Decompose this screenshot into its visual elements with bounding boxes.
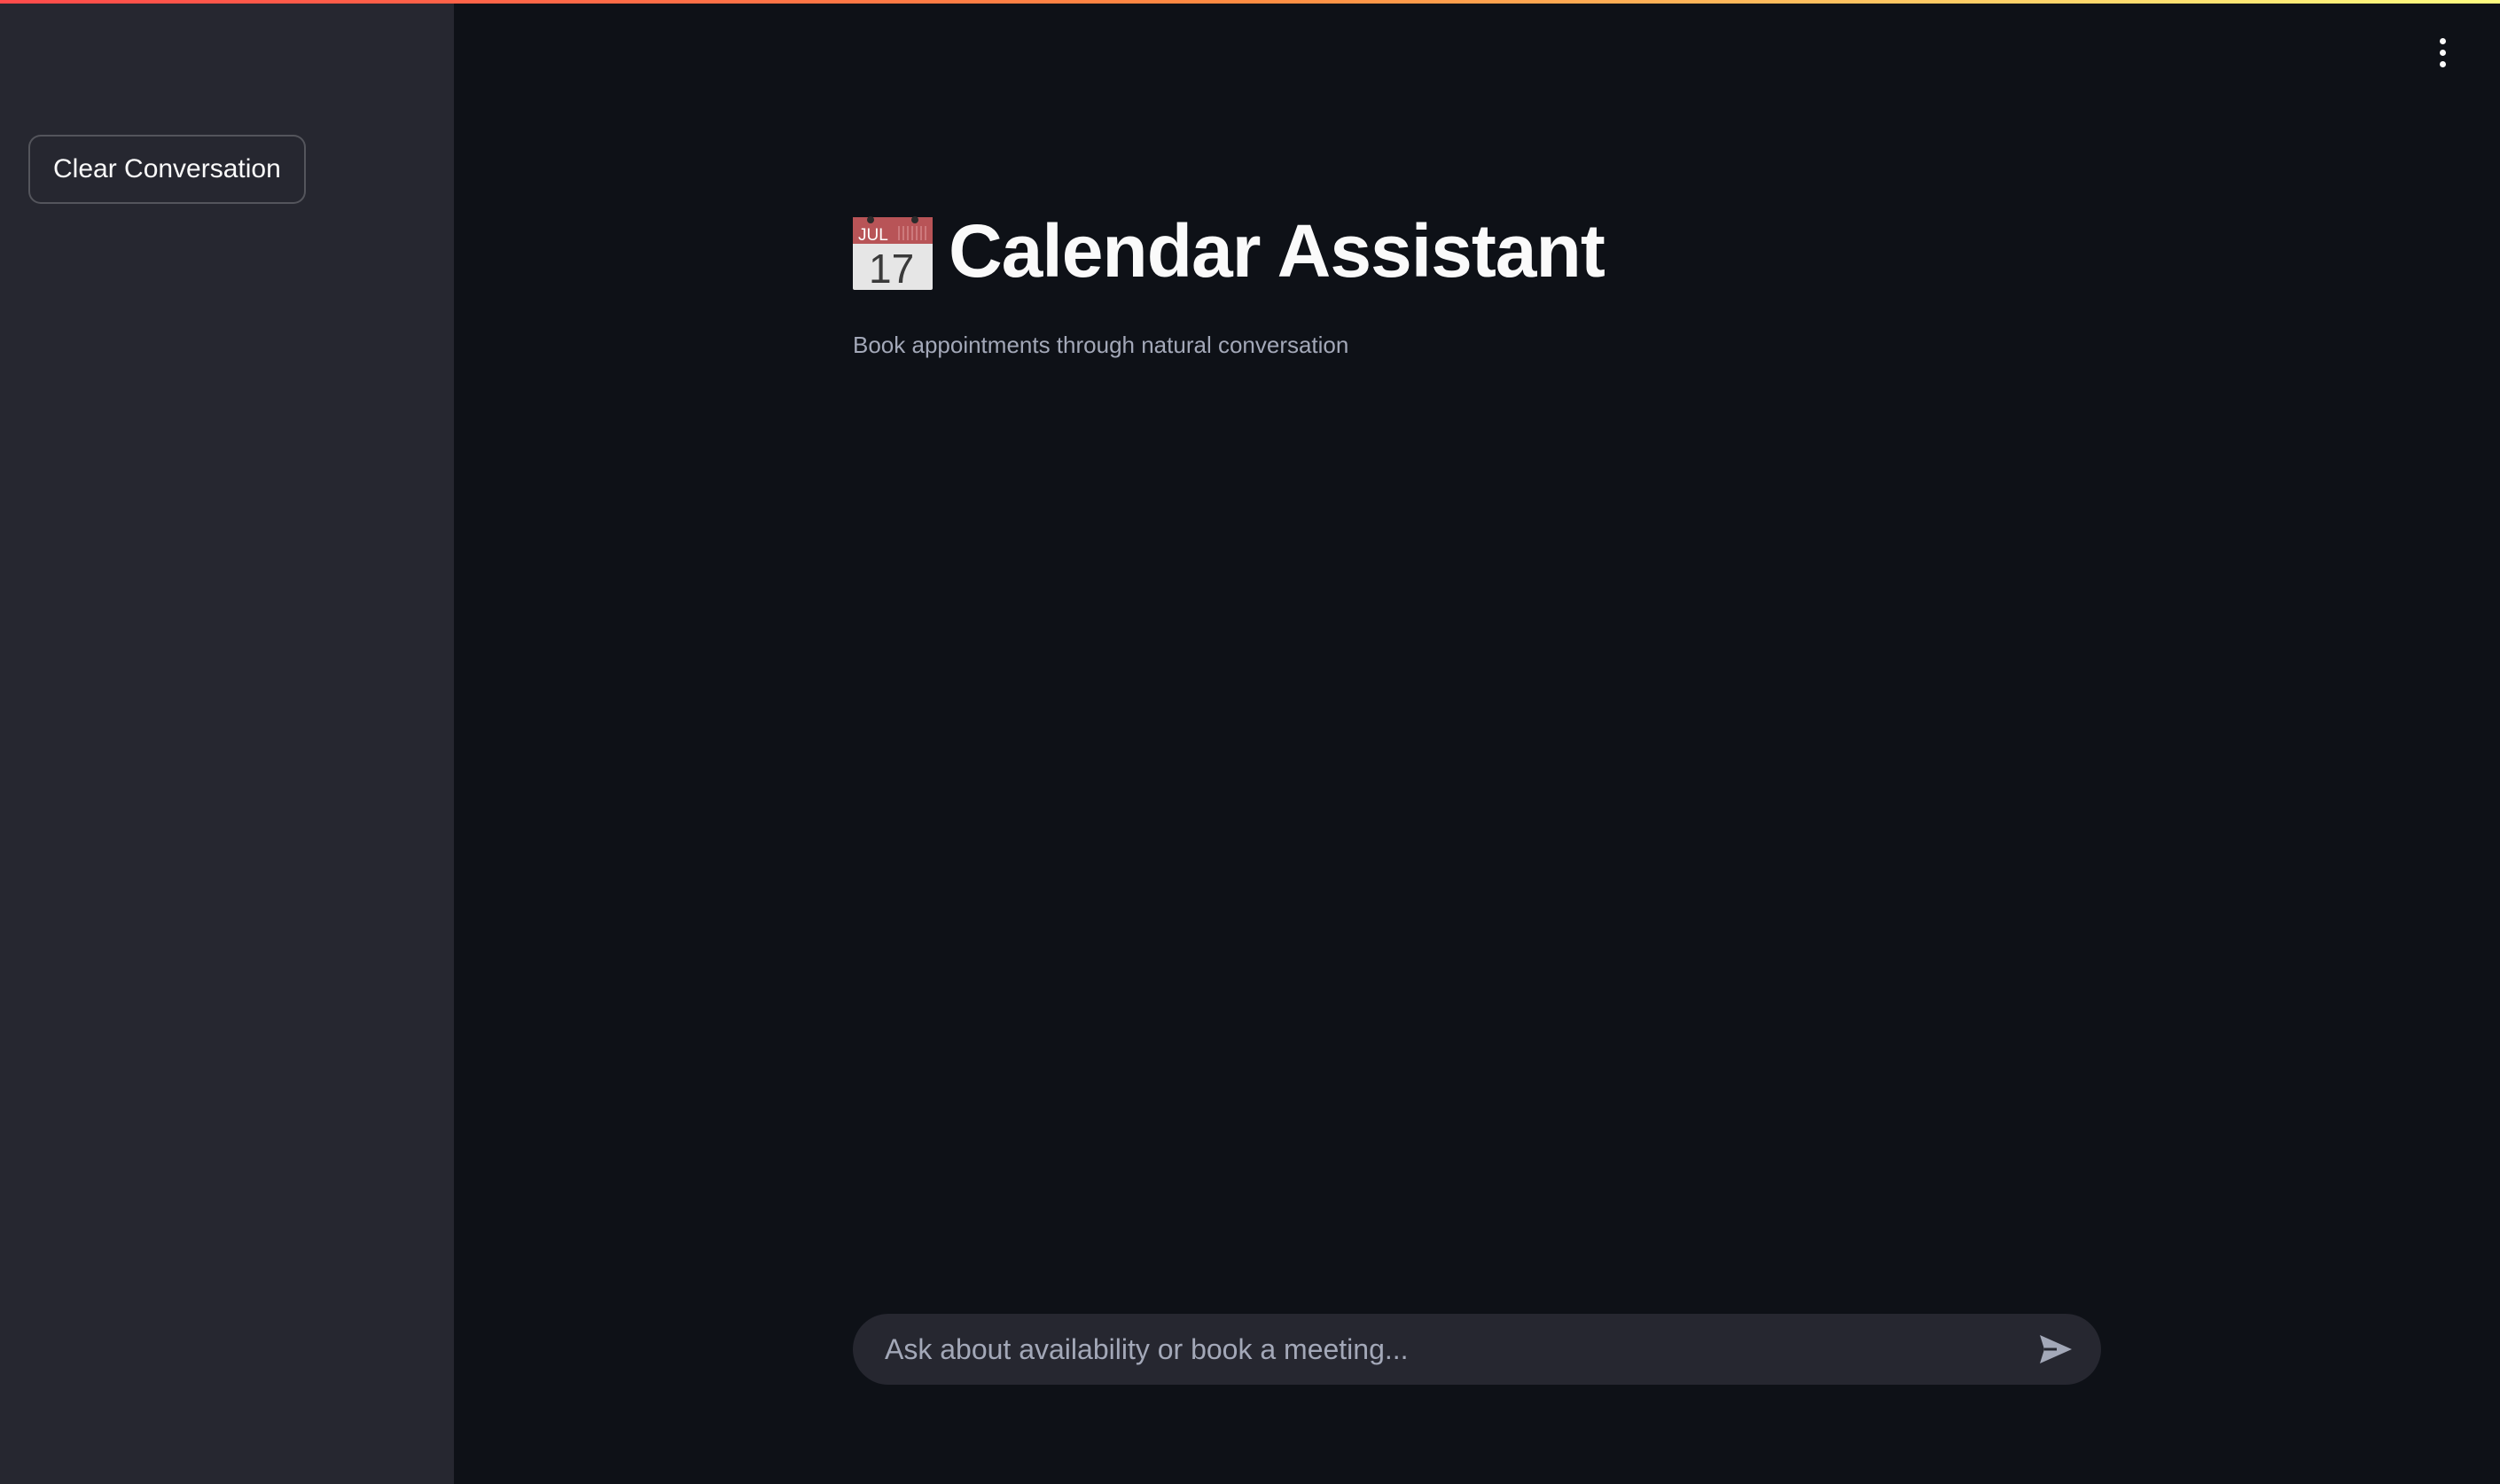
- kebab-menu-icon[interactable]: [2422, 32, 2463, 73]
- calendar-icon: JUL 17: [853, 212, 933, 292]
- page-subtitle: Book appointments through natural conver…: [853, 332, 1349, 358]
- menu-dot: [2439, 49, 2446, 56]
- app-root: Clear Conversation JUL 17 Calendar Assis…: [0, 0, 2500, 1484]
- menu-dot: [2439, 60, 2446, 67]
- sidebar: Clear Conversation: [0, 0, 454, 1484]
- page-title: Calendar Assistant: [949, 209, 1605, 293]
- chat-input[interactable]: [883, 1322, 2034, 1377]
- menu-dot: [2439, 37, 2446, 44]
- chat-input-container: [853, 1314, 2101, 1385]
- top-decoration-bar: [0, 0, 2500, 4]
- page-header: JUL 17 Calendar Assistant: [853, 202, 1605, 300]
- calendar-icon-month: JUL: [858, 226, 888, 245]
- send-icon[interactable]: [2034, 1327, 2078, 1371]
- calendar-icon-day: 17: [869, 246, 914, 290]
- clear-conversation-button[interactable]: Clear Conversation: [28, 135, 306, 204]
